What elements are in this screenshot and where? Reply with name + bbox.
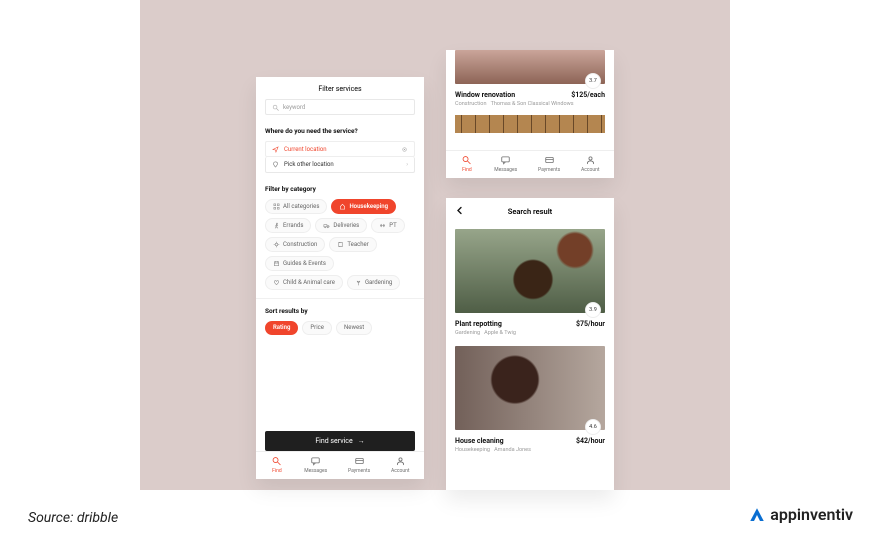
tab-label: Messages [304,468,327,474]
tab-label: Account [581,167,600,173]
card-price: $125/each [571,91,605,99]
sort-chip-price[interactable]: Price [302,321,332,335]
chip-label: Price [310,325,324,331]
pin-icon [272,161,279,168]
next-card-peek-image [455,115,605,133]
sort-options: Rating Price Newest [265,321,415,335]
nav-arrow-icon [272,146,279,153]
card-image: 3.9 [455,229,605,313]
category-chip-gardening[interactable]: Gardening [347,275,400,290]
tab-messages[interactable]: Messages [304,456,327,474]
divider [256,298,424,299]
page-title: Search result [465,207,605,216]
tab-label: Payments [538,167,560,173]
result-card[interactable]: 3.9 Plant repotting $75/hour Gardening A… [446,225,614,336]
find-service-button[interactable]: Find service → [265,431,415,451]
location-current[interactable]: Current location [265,141,415,157]
chip-label: Child & Animal care [283,280,335,286]
phone-search-results: Search result 3.9 Plant repotting $75/ho… [446,198,614,490]
sort-chip-newest[interactable]: Newest [336,321,372,335]
search-icon [272,104,279,111]
category-chip-list: All categories Housekeeping Errands Deliver… [265,199,415,290]
bottom-nav: Find Messages Payments Account [256,451,424,479]
location-current-label: Current location [284,146,327,153]
category-chip-guides-events[interactable]: Guides & Events [265,256,334,271]
tab-messages[interactable]: Messages [494,155,517,173]
where-label: Where do you need the service? [265,127,415,135]
tab-label: Find [272,468,282,474]
chip-label: Deliveries [333,223,359,229]
tab-label: Find [462,167,472,173]
chip-label: All categories [283,204,319,210]
category-chip-pt[interactable]: PT [371,218,404,233]
category-chip-errands[interactable]: Errands [265,218,311,233]
chip-label: Newest [344,325,364,331]
chip-label: Guides & Events [283,261,326,267]
card-image: 3.7 [455,50,605,84]
location-other[interactable]: Pick other location › [265,157,415,173]
card-image: 4.6 [455,346,605,430]
filter-category-label: Filter by category [265,185,415,193]
category-chip-child-animal-care[interactable]: Child & Animal care [265,275,343,290]
chevron-left-icon [455,206,464,215]
chevron-right-icon: › [406,161,408,168]
card-title: Plant repotting [455,320,502,328]
tab-label: Messages [494,167,517,173]
card-title: House cleaning [455,437,504,445]
brand-mark-icon [748,506,766,524]
target-icon [401,146,408,153]
card-subtitle: Construction Thomas & Son Classical Wind… [446,99,614,107]
chip-label: Housekeeping [349,204,388,210]
tab-label: Payments [348,468,370,474]
rating-badge: 3.7 [585,73,601,89]
tab-find[interactable]: Find [270,456,283,474]
bottom-nav: Find Messages Payments Account [446,150,614,178]
category-chip-teacher[interactable]: Teacher [329,237,376,252]
appinventiv-logo: appinventiv [748,505,853,524]
sort-label: Sort results by [265,307,415,315]
card-price: $75/hour [576,320,605,328]
chip-label: Errands [283,223,303,229]
location-other-label: Pick other location [284,161,334,168]
tab-payments[interactable]: Payments [538,155,560,173]
back-button[interactable] [455,206,465,217]
category-chip-deliveries[interactable]: Deliveries [315,218,367,233]
source-attribution: Source: dribble [28,510,118,526]
rating-badge: 4.6 [585,419,601,435]
tab-account[interactable]: Account [581,155,600,173]
tab-label: Account [391,468,410,474]
card-price: $42/hour [576,437,605,445]
tab-payments[interactable]: Payments [348,456,370,474]
phone-filter-services: Filter services keyword Where do you nee… [256,77,424,479]
backdrop [140,0,730,490]
tab-account[interactable]: Account [391,456,410,474]
chip-label: Teacher [347,242,368,248]
card-subtitle: Housekeeping Amanda Jones [446,445,614,453]
search-placeholder: keyword [283,104,305,111]
card-title[interactable]: Window renovation [455,91,515,99]
chip-label: Gardening [365,280,392,286]
brand-label: appinventiv [770,505,853,524]
cta-label: Find service [315,437,352,445]
category-chip-housekeeping[interactable]: Housekeeping [331,199,396,214]
chip-label: Rating [273,325,290,331]
search-input[interactable]: keyword [265,99,415,115]
category-chip-construction[interactable]: Construction [265,237,325,252]
rating-badge: 3.9 [585,302,601,318]
category-chip-all-categories[interactable]: All categories [265,199,327,214]
card-subtitle: Gardening Apple & Twig [446,328,614,336]
tab-find[interactable]: Find [460,155,473,173]
chip-label: PT [389,223,396,229]
body: keyword Where do you need the service? C… [256,99,424,431]
arrow-right-icon: → [358,437,365,445]
result-card[interactable]: 4.6 House cleaning $42/hour Housekeeping… [446,336,614,453]
sort-chip-rating[interactable]: Rating [265,321,298,335]
chip-label: Construction [283,242,317,248]
page-title: Filter services [256,77,424,99]
phone-featured-card: 3.7 Window renovation $125/each Construc… [446,50,614,178]
